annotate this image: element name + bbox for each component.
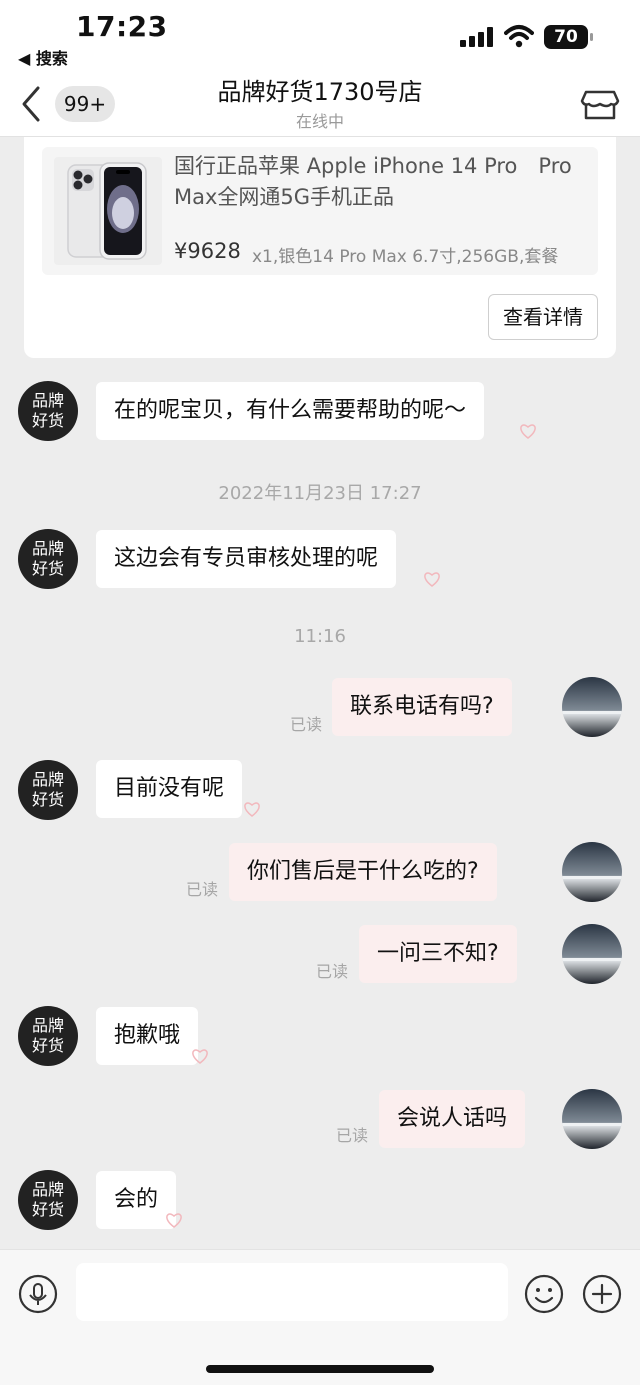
wifi-icon: [504, 25, 534, 48]
heart-stamp-icon: [520, 424, 536, 439]
read-receipt: 已读: [186, 880, 219, 899]
chat-header: 99+ 品牌好货1730号店 在线中: [0, 70, 640, 137]
status-bar: 17:23 ◀ 搜索 70: [0, 0, 640, 70]
microphone-icon[interactable]: [18, 1274, 58, 1314]
read-receipt: 已读: [336, 1126, 369, 1145]
store-avatar[interactable]: 品牌 好货: [18, 1170, 78, 1230]
product-title: 国行正品苹果 Apple iPhone 14 Pro Pro Max全网通5G手…: [174, 154, 572, 209]
heart-stamp-icon: [424, 572, 440, 587]
avatar-text: 品牌: [31, 391, 64, 410]
back-to-app-link[interactable]: ◀ 搜索: [18, 45, 68, 69]
message-input-bar: [0, 1249, 640, 1385]
product-summary[interactable]: 国行正品苹果 Apple iPhone 14 Pro Pro Max全网通5G手…: [42, 147, 598, 275]
timestamp: 2022年11月23日 17:27: [218, 483, 422, 504]
page-title: 品牌好货1730号店: [217, 78, 423, 106]
user-avatar[interactable]: [562, 677, 622, 737]
avatar-text: 品牌: [31, 1016, 64, 1035]
avatar-text: 好货: [31, 1036, 64, 1055]
battery-level: 70: [544, 25, 588, 49]
message-bubble-incoming[interactable]: 在的呢宝贝，有什么需要帮助的呢～: [96, 382, 485, 440]
unread-badge[interactable]: 99+: [55, 86, 115, 122]
avatar-text: 好货: [31, 790, 64, 809]
avatar-text: 品牌: [31, 539, 64, 558]
view-details-button[interactable]: 查看详情: [488, 294, 598, 340]
store-icon[interactable]: [578, 82, 622, 126]
timestamp: 11:16: [294, 626, 346, 647]
product-image: [54, 157, 162, 265]
store-avatar[interactable]: 品牌 好货: [18, 529, 78, 589]
avatar-text: 好货: [31, 559, 64, 578]
store-avatar[interactable]: 品牌 好货: [18, 381, 78, 441]
plus-icon[interactable]: [582, 1274, 622, 1314]
message-bubble-outgoing[interactable]: 你们售后是干什么吃的?: [229, 843, 497, 901]
user-avatar[interactable]: [562, 842, 622, 902]
heart-stamp-icon: [192, 1049, 208, 1064]
emoji-icon[interactable]: [524, 1274, 564, 1314]
battery-icon: 70: [544, 25, 594, 49]
message-bubble-outgoing[interactable]: 会说人话吗: [379, 1090, 526, 1148]
product-spec: x1,银色14 Pro Max 6.7寸,256GB,套餐: [252, 247, 559, 267]
user-avatar[interactable]: [562, 924, 622, 984]
message-bubble-outgoing[interactable]: 联系电话有吗?: [332, 678, 512, 736]
message-bubble-incoming[interactable]: 目前没有呢: [96, 760, 243, 818]
avatar-text: 品牌: [31, 770, 64, 789]
product-card[interactable]: 国行正品苹果 Apple iPhone 14 Pro Pro Max全网通5G手…: [24, 137, 616, 358]
product-price: ¥9628: [174, 239, 241, 263]
store-avatar[interactable]: 品牌 好货: [18, 760, 78, 820]
heart-stamp-icon: [244, 802, 260, 817]
heart-stamp-icon: [166, 1213, 182, 1228]
avatar-text: 好货: [31, 1200, 64, 1219]
avatar-text: 品牌: [31, 1180, 64, 1199]
message-bubble-incoming[interactable]: 这边会有专员审核处理的呢: [96, 530, 397, 588]
online-status: 在线中: [295, 112, 344, 131]
read-receipt: 已读: [316, 962, 349, 981]
home-indicator[interactable]: [206, 1365, 434, 1373]
chevron-left-icon[interactable]: [18, 84, 46, 124]
message-input[interactable]: [76, 1263, 508, 1321]
user-avatar[interactable]: [562, 1089, 622, 1149]
store-avatar[interactable]: 品牌 好货: [18, 1006, 78, 1066]
message-bubble-incoming[interactable]: 抱歉哦: [96, 1007, 199, 1065]
read-receipt: 已读: [290, 715, 323, 734]
message-bubble-outgoing[interactable]: 一问三不知?: [359, 925, 517, 983]
signal-icon: [460, 27, 493, 47]
status-time: 17:23: [76, 10, 168, 43]
avatar-text: 好货: [31, 411, 64, 430]
